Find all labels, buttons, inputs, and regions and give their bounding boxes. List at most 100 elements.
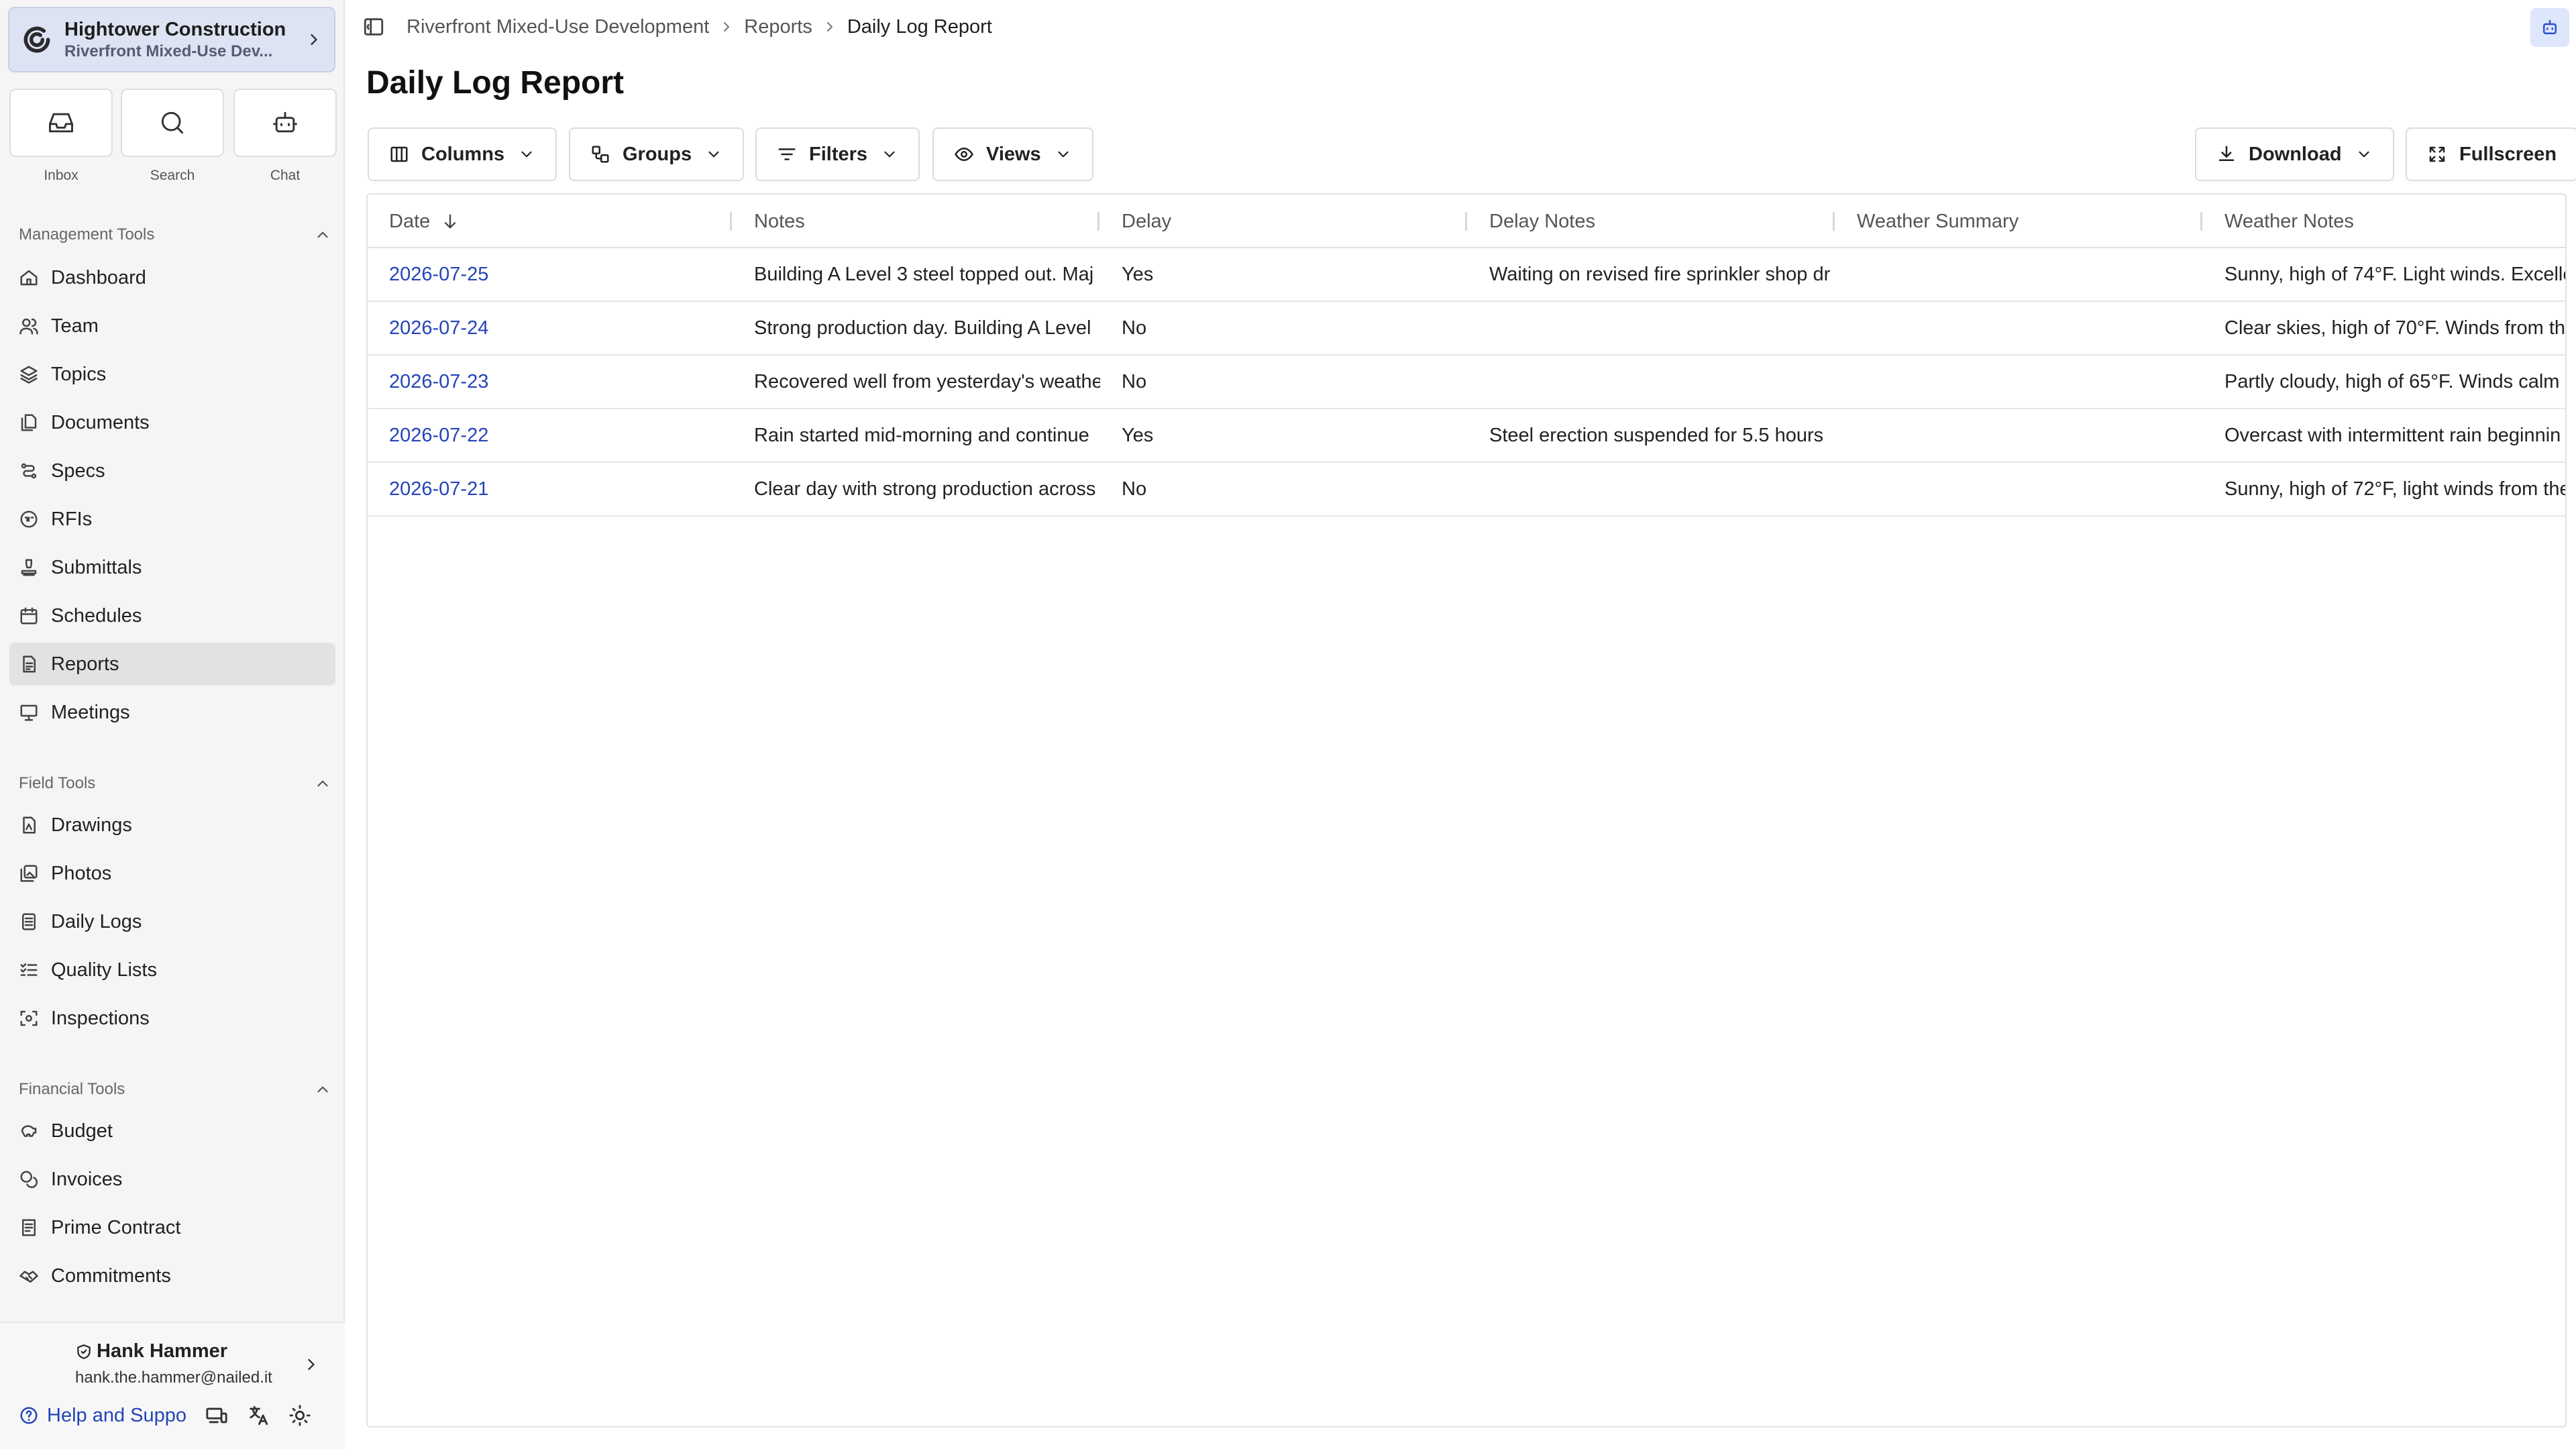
breadcrumb-reports[interactable]: Reports: [744, 16, 812, 38]
sidebar-item-budget[interactable]: Budget: [9, 1110, 335, 1152]
column-header-notes[interactable]: Notes: [733, 195, 1100, 248]
column-header-delay[interactable]: Delay: [1100, 195, 1468, 248]
column-header-date[interactable]: Date: [368, 195, 735, 248]
fullscreen-label: Fullscreen: [2459, 143, 2557, 165]
delay-cell: No: [1122, 370, 1147, 392]
translate-icon[interactable]: [247, 1404, 270, 1427]
column-resize-handle[interactable]: [1465, 212, 1467, 231]
columns-button[interactable]: Columns: [368, 127, 557, 181]
date-link[interactable]: 2026-07-24: [368, 302, 733, 354]
shield-icon: [77, 1344, 91, 1359]
weather-notes-cell: Partly cloudy, high of 65°F. Winds calm: [2224, 370, 2560, 392]
inbox-label: Inbox: [44, 168, 78, 183]
column-header-delay-notes[interactable]: Delay Notes: [1468, 195, 1835, 248]
table-row[interactable]: 2026-07-23 Recovered well from yesterday…: [368, 356, 2565, 409]
sidebar-item-label: Invoices: [51, 1168, 123, 1190]
delay-cell: No: [1122, 317, 1147, 339]
date-link[interactable]: 2026-07-23: [368, 356, 733, 408]
sidebar-item-dashboard[interactable]: Dashboard: [9, 256, 335, 299]
filters-label: Filters: [809, 143, 868, 165]
sidebar-toggle-icon[interactable]: [362, 15, 385, 38]
weather-summary-cell: [1835, 463, 2203, 515]
weather-notes-cell: Clear skies, high of 70°F. Winds from th: [2224, 317, 2566, 339]
help-link[interactable]: Help and Suppo: [19, 1405, 186, 1427]
section-title: Financial Tools: [19, 1080, 125, 1098]
delay-cell: No: [1122, 478, 1147, 500]
sort-descending-icon[interactable]: [441, 212, 460, 231]
download-label: Download: [2249, 143, 2342, 165]
section-header-management[interactable]: Management Tools: [19, 223, 334, 247]
table-row[interactable]: 2026-07-25 Building A Level 3 steel topp…: [368, 248, 2565, 302]
notes-cell: Recovered well from yesterday's weathe: [754, 370, 1100, 392]
help-label: Help and Suppo: [47, 1404, 186, 1426]
ai-assistant-button[interactable]: [2530, 8, 2569, 47]
column-resize-handle[interactable]: [2565, 212, 2567, 231]
contract-icon: [22, 1219, 36, 1236]
coins-icon: [20, 1171, 38, 1189]
column-header-weather-summary[interactable]: Weather Summary: [1835, 195, 2203, 248]
date-link[interactable]: 2026-07-22: [368, 409, 733, 462]
download-icon: [2218, 146, 2235, 161]
column-resize-handle[interactable]: [1097, 212, 1099, 231]
groups-button[interactable]: Groups: [569, 127, 745, 181]
checklist-icon: [20, 963, 38, 976]
filter-icon: [778, 148, 796, 160]
sidebar-item-photos[interactable]: Photos: [9, 852, 335, 895]
sidebar-item-drawings[interactable]: Drawings: [9, 804, 335, 847]
sidebar-item-team[interactable]: Team: [9, 305, 335, 347]
sidebar-item-rfis[interactable]: RFIs: [9, 498, 335, 541]
sidebar-item-specs[interactable]: Specs: [9, 449, 335, 492]
table-row[interactable]: 2026-07-24 Strong production day. Buildi…: [368, 302, 2565, 356]
column-header-label: Delay Notes: [1489, 210, 1595, 232]
table-row[interactable]: 2026-07-21 Clear day with strong product…: [368, 463, 2565, 517]
sidebar-item-invoices[interactable]: Invoices: [9, 1158, 335, 1201]
sidebar-item-inspections[interactable]: Inspections: [9, 997, 335, 1040]
column-resize-handle[interactable]: [730, 212, 732, 231]
inbox-button[interactable]: [9, 89, 113, 157]
org-switcher[interactable]: Hightower Construction Riverfront Mixed-…: [8, 7, 335, 72]
home-icon: [20, 270, 38, 286]
search-button[interactable]: [121, 89, 224, 157]
date-link[interactable]: 2026-07-25: [368, 248, 733, 301]
views-button[interactable]: Views: [932, 127, 1093, 181]
chevron-down-icon: [521, 151, 532, 158]
chevron-up-icon: [317, 780, 328, 787]
download-button[interactable]: Download: [2195, 127, 2394, 181]
section-header-field[interactable]: Field Tools: [19, 771, 334, 796]
breadcrumb-project[interactable]: Riverfront Mixed-Use Development: [407, 16, 709, 38]
sidebar-item-label: Topics: [51, 363, 107, 385]
breadcrumb: Riverfront Mixed-Use Development Reports…: [362, 12, 992, 42]
column-header-weather-notes[interactable]: Weather Notes: [2203, 195, 2565, 248]
section-header-financial[interactable]: Financial Tools: [19, 1077, 334, 1102]
stamp-icon: [21, 559, 37, 576]
sidebar-item-topics[interactable]: Topics: [9, 353, 335, 396]
chat-label: Chat: [270, 168, 301, 183]
sidebar-item-daily-logs[interactable]: Daily Logs: [9, 900, 335, 943]
sidebar-item-label: Budget: [51, 1120, 113, 1142]
sidebar-item-label: Prime Contract: [51, 1216, 181, 1238]
theme-icon[interactable]: [288, 1404, 311, 1427]
sidebar-item-documents[interactable]: Documents: [9, 401, 335, 444]
weather-summary-cell: [1835, 356, 2203, 408]
user-menu[interactable]: Hank Hammer hank.the.hammer@nailed.it: [0, 1340, 345, 1390]
sidebar-item-schedules[interactable]: Schedules: [9, 594, 335, 637]
sidebar-item-commitments[interactable]: Commitments: [9, 1254, 335, 1297]
weather-summary-cell: [1835, 248, 2203, 301]
column-resize-handle[interactable]: [2200, 212, 2202, 231]
delay-cell: Yes: [1122, 424, 1154, 446]
column-resize-handle[interactable]: [1833, 212, 1835, 231]
table-row[interactable]: 2026-07-22 Rain started mid-morning and …: [368, 409, 2565, 463]
table-header: Date Notes Delay Delay Notes Weather Sum…: [368, 195, 2565, 248]
fullscreen-button[interactable]: Fullscreen: [2406, 127, 2576, 181]
date-link[interactable]: 2026-07-21: [368, 463, 733, 515]
user-email: hank.the.hammer@nailed.it: [75, 1368, 272, 1387]
devices-icon[interactable]: [205, 1404, 228, 1427]
chevron-up-icon: [317, 1086, 328, 1093]
sidebar-item-prime-contract[interactable]: Prime Contract: [9, 1206, 335, 1249]
sidebar-item-quality-lists[interactable]: Quality Lists: [9, 949, 335, 991]
sidebar-item-reports[interactable]: Reports: [9, 643, 335, 686]
sidebar-item-meetings[interactable]: Meetings: [9, 691, 335, 734]
filters-button[interactable]: Filters: [755, 127, 920, 181]
chat-button[interactable]: [233, 89, 337, 157]
sidebar-item-submittals[interactable]: Submittals: [9, 546, 335, 589]
